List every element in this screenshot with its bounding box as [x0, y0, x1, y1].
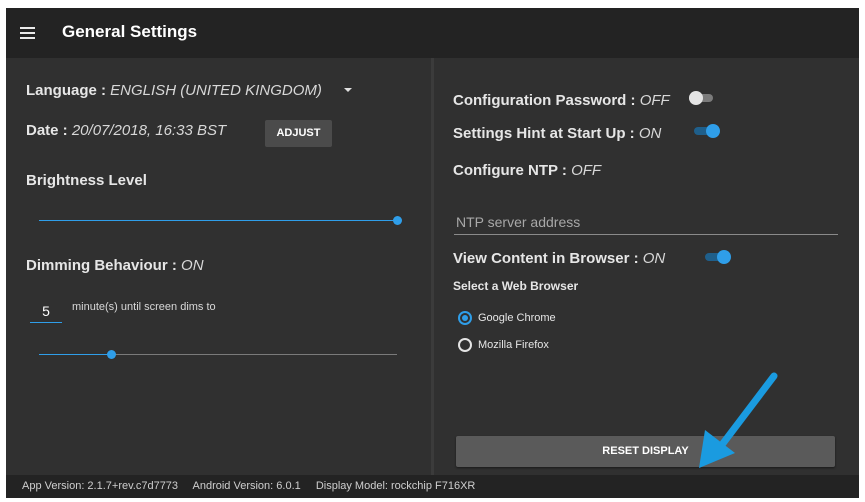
view-content-label: View Content in Browser : [453, 250, 643, 267]
view-content-value: ON [642, 250, 666, 267]
google-chrome-radio[interactable] [458, 311, 472, 325]
ntp-server-input[interactable] [454, 210, 838, 235]
configure-ntp-label: Configure NTP : [453, 162, 572, 179]
dimming-label: Dimming Behaviour : [26, 257, 182, 274]
adjust-date-button[interactable]: ADJUST [265, 120, 332, 147]
dimming-value: ON [181, 257, 204, 274]
page-title: General Settings [62, 22, 198, 41]
config-password-toggle[interactable] [689, 91, 715, 105]
mozilla-firefox-radio[interactable] [458, 338, 472, 352]
configure-ntp-setting[interactable]: Configure NTP : OFF [453, 162, 601, 179]
annotation-arrow-icon [699, 372, 778, 468]
dim-minutes-input[interactable]: 5 [30, 303, 62, 323]
settings-hint-value: ON [638, 125, 662, 142]
language-dropdown-icon[interactable] [344, 88, 352, 92]
view-content-setting: View Content in Browser : ON [453, 250, 665, 267]
settings-hint-setting: Settings Hint at Start Up : ON [453, 125, 661, 142]
dim-slider-thumb[interactable] [107, 350, 116, 359]
select-browser-label: Select a Web Browser [453, 279, 579, 293]
date-setting: Date : 20/07/2018, 16:33 BST [26, 122, 226, 139]
google-chrome-label: Google Chrome [478, 312, 556, 324]
mozilla-firefox-label: Mozilla Firefox [478, 339, 549, 351]
language-setting[interactable]: Language : ENGLISH (UNITED KINGDOM) [26, 82, 322, 99]
language-label: Language : [26, 82, 111, 99]
android-version-text: Android Version: 6.0.1 [192, 480, 301, 492]
configure-ntp-value: OFF [571, 162, 602, 179]
language-value: ENGLISH (UNITED KINGDOM) [110, 82, 322, 99]
config-password-setting: Configuration Password : OFF [453, 92, 670, 109]
settings-hint-label: Settings Hint at Start Up : [453, 125, 639, 142]
date-label: Date : [26, 122, 72, 139]
date-value: 20/07/2018, 16:33 BST [71, 122, 227, 139]
hamburger-menu-icon[interactable] [20, 27, 35, 39]
view-content-toggle[interactable] [705, 250, 731, 264]
settings-hint-toggle[interactable] [694, 124, 720, 138]
top-app-bar: General Settings [6, 8, 859, 58]
status-footer: App Version: 2.1.7+rev.c7d7773 Android V… [6, 475, 859, 498]
dim-slider-rest [111, 354, 397, 355]
brightness-label: Brightness Level [26, 172, 147, 189]
config-password-value: OFF [639, 92, 670, 109]
app-version-text: App Version: 2.1.7+rev.c7d7773 [22, 480, 179, 492]
config-password-label: Configuration Password : [453, 92, 640, 109]
brightness-slider-track [39, 220, 397, 221]
display-model-text: Display Model: rockchip F716XR [315, 480, 476, 492]
settings-screen: General Settings Language : ENGLISH (UNI… [6, 8, 859, 498]
dim-slider-track [39, 354, 111, 355]
dimming-setting: Dimming Behaviour : ON [26, 257, 204, 274]
dim-minutes-label: minute(s) until screen dims to [72, 301, 216, 313]
brightness-slider-thumb[interactable] [393, 216, 402, 225]
